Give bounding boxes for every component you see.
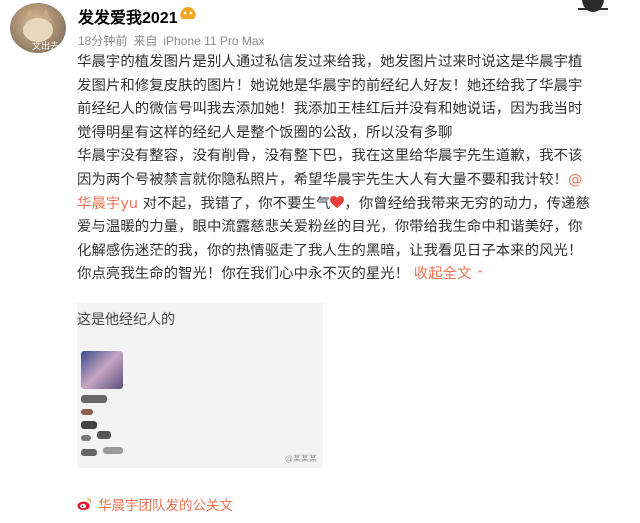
- post-line-text: 你点亮我生命的智光！你在我们心中永不灭的星光！: [77, 266, 410, 283]
- post-line: 华晨宇的植发图片是别人通过私信发过来给我，她发图片过来时说这是华晨宇植: [77, 54, 583, 70]
- chevron-up-icon[interactable]: ⌃: [476, 263, 485, 287]
- collapse-label[interactable]: 收起全文: [414, 266, 472, 282]
- image-watermark: @某某某: [285, 454, 317, 463]
- post-meta: 18分钟前 来自 iPhone 11 Pro Max: [78, 32, 271, 49]
- post-time: 18分钟前: [78, 34, 128, 48]
- blurred-chat-text: [81, 409, 93, 415]
- vip-badge-icon: [180, 7, 196, 19]
- team-post-link[interactable]: 华晨宇团队发的公关文: [77, 494, 233, 514]
- post-line: 你点亮我生命的智光！你在我们心中永不灭的星光！ 收起全文 ⌃: [77, 263, 637, 287]
- corner-avatar: [572, 0, 612, 16]
- mention-at[interactable]: @: [568, 172, 582, 188]
- apology-text: 对不起，我错了，你不要生气: [142, 195, 331, 212]
- heart-icon: [330, 195, 345, 208]
- username[interactable]: 发发爱我2021: [78, 4, 178, 28]
- post-line: 因为两个号被禁言就你隐私照片，希望华晨宇先生大人有大量不要和我计较！@: [77, 169, 637, 193]
- post-line: 发图片和修复皮肤的图片！她说她是华晨宇的前经纪人好友！她还给我了华晨宇: [77, 77, 583, 94]
- blurred-chat-text: [81, 421, 97, 429]
- mention-link[interactable]: 华晨宇yu: [77, 196, 138, 212]
- source-prefix: 来自: [133, 34, 158, 48]
- post-body: 华晨宇的植发图片是别人通过私信发过来给我，她发图片过来时说这是华晨宇植 发图片和…: [77, 51, 637, 287]
- blurred-chat-text: [103, 447, 123, 454]
- image-caption: 这是他经纪人的: [77, 312, 175, 328]
- post-line-text: ，你曾经给我带来无穷的动力，传递慈: [344, 195, 590, 212]
- blurred-chat-text: [97, 431, 111, 439]
- blurred-chat-text: [81, 435, 91, 441]
- post-line: 爱与温暖的力量，眼中流露慈悲关爱粉丝的目光，你带给我生命中和谐美好，你: [77, 219, 583, 236]
- device-source[interactable]: iPhone 11 Pro Max: [163, 34, 264, 48]
- blurred-chat-text: [81, 449, 97, 456]
- post-line: 华晨宇yu 对不起，我错了，你不要生气 ，你曾经给我带来无穷的动力，传递慈: [77, 193, 637, 217]
- blurred-chat-avatar: [81, 351, 123, 389]
- post-line: 化解感伤迷茫的我，你的热情驱走了我人生的黑暗，让我看见日子本来的风光！: [77, 242, 583, 259]
- post-line: 觉得明星有这样的经纪人是整个饭圈的公敌，所以没有多聊: [77, 124, 453, 141]
- avatar-watermark: 文出去: [32, 42, 60, 52]
- post-line: 华晨宇没有整容，没有削骨，没有整下巴，我在这里给华晨宇先生道歉，我不该: [77, 148, 583, 165]
- post-line-text: 因为两个号被禁言就你隐私照片，希望华晨宇先生大人有大量不要和我计较！: [77, 171, 568, 188]
- weibo-icon: [77, 498, 92, 511]
- blurred-chat-text: [81, 395, 107, 403]
- team-post-label[interactable]: 华晨宇团队发的公关文: [98, 494, 233, 514]
- user-avatar[interactable]: 文出去: [10, 3, 66, 53]
- collapse-text-button[interactable]: 收起全文 ⌃: [414, 266, 485, 282]
- attached-image[interactable]: 这是他经纪人的 @某某某: [77, 303, 323, 468]
- post-line: 前经纪人的微信号叫我去添加她！我添加王桂红后并没有和她说话，因为我当时: [77, 101, 583, 118]
